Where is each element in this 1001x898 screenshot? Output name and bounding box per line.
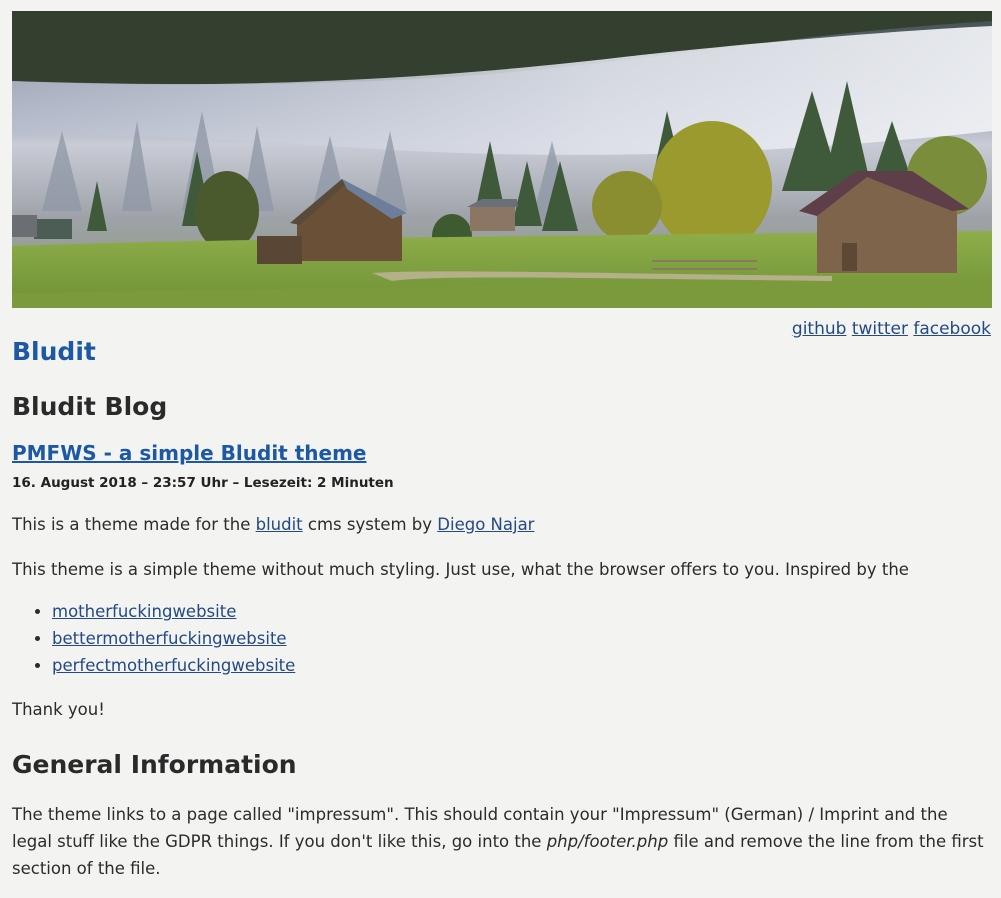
post-title: PMFWS - a simple Bludit theme: [12, 439, 991, 467]
twitter-link[interactable]: twitter: [852, 319, 908, 339]
post-intro-paragraph: This is a theme made for the bludit cms …: [12, 511, 991, 538]
landscape-illustration: [12, 11, 992, 308]
motherfuckingwebsite-link[interactable]: motherfuckingwebsite: [52, 602, 236, 621]
author-link[interactable]: Diego Najar: [437, 515, 534, 534]
bludit-link[interactable]: bludit: [256, 515, 303, 534]
facebook-link[interactable]: facebook: [913, 319, 991, 339]
thanks-paragraph: Thank you!: [12, 700, 105, 719]
footer-file-path: php/footer.php: [546, 832, 669, 851]
github-link[interactable]: github: [792, 319, 847, 339]
site-title: Bludit: [12, 335, 991, 369]
general-information-paragraph: The theme links to a page called "impres…: [12, 801, 987, 882]
post-description-paragraph: This theme is a simple theme without muc…: [12, 560, 909, 579]
bettermotherfuckingwebsite-link[interactable]: bettermotherfuckingwebsite: [52, 629, 287, 648]
inspiration-list: motherfuckingwebsite bettermotherfucking…: [12, 598, 991, 679]
section-title: General Information: [12, 750, 297, 779]
blog-title: Bludit Blog: [12, 392, 168, 421]
post-title-link[interactable]: PMFWS - a simple Bludit theme: [12, 441, 366, 465]
list-item: motherfuckingwebsite: [52, 598, 991, 625]
header-banner-image: [12, 11, 992, 308]
page: github twitter facebook Bludit Bludit Bl…: [0, 0, 1001, 882]
perfectmotherfuckingwebsite-link[interactable]: perfectmotherfuckingwebsite: [52, 656, 295, 675]
list-item: bettermotherfuckingwebsite: [52, 625, 991, 652]
post-intro-text-1: This is a theme made for the: [12, 515, 256, 534]
list-item: perfectmotherfuckingwebsite: [52, 652, 991, 679]
site-title-link[interactable]: Bludit: [12, 337, 96, 366]
post-intro-text-2: cms system by: [302, 515, 438, 534]
post-meta: 16. August 2018 – 23:57 Uhr – Lesezeit: …: [12, 475, 394, 491]
